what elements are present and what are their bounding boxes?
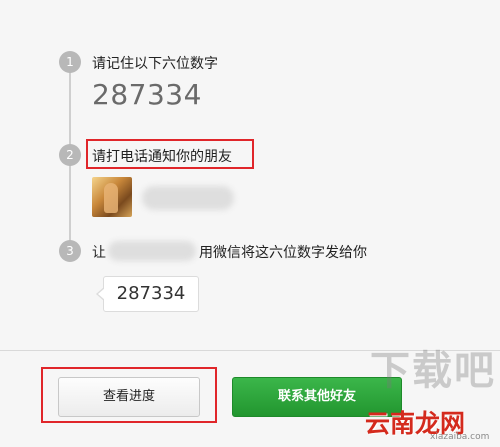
step-3-instruction-suffix: 用微信将这六位数字发给你 <box>199 245 367 261</box>
friend-name-blurred-inline <box>108 241 196 261</box>
watermark-url: xiazaiba.com <box>430 432 490 442</box>
bubble-code: 287334 <box>116 283 186 304</box>
progress-button-highlight-box <box>41 367 217 423</box>
friend-avatar[interactable] <box>92 177 132 217</box>
verification-code: 287334 <box>92 78 202 111</box>
avatar-photo <box>104 183 118 213</box>
code-message-bubble: 287334 <box>96 276 199 312</box>
watermark-logo-gray: 下载吧 <box>370 348 496 394</box>
step-1-number: 1 <box>59 51 81 73</box>
verification-panel: 1 请记住以下六位数字 287334 2 请打电话通知你的朋友 3 让 用微信将… <box>0 0 500 447</box>
step-1-instruction: 请记住以下六位数字 <box>92 56 218 72</box>
step-3-instruction-prefix: 让 <box>92 245 106 261</box>
step-2-highlight-box <box>86 139 254 169</box>
step-2-number: 2 <box>59 144 81 166</box>
step-3-number: 3 <box>59 240 81 262</box>
friend-name-blurred <box>142 186 234 210</box>
